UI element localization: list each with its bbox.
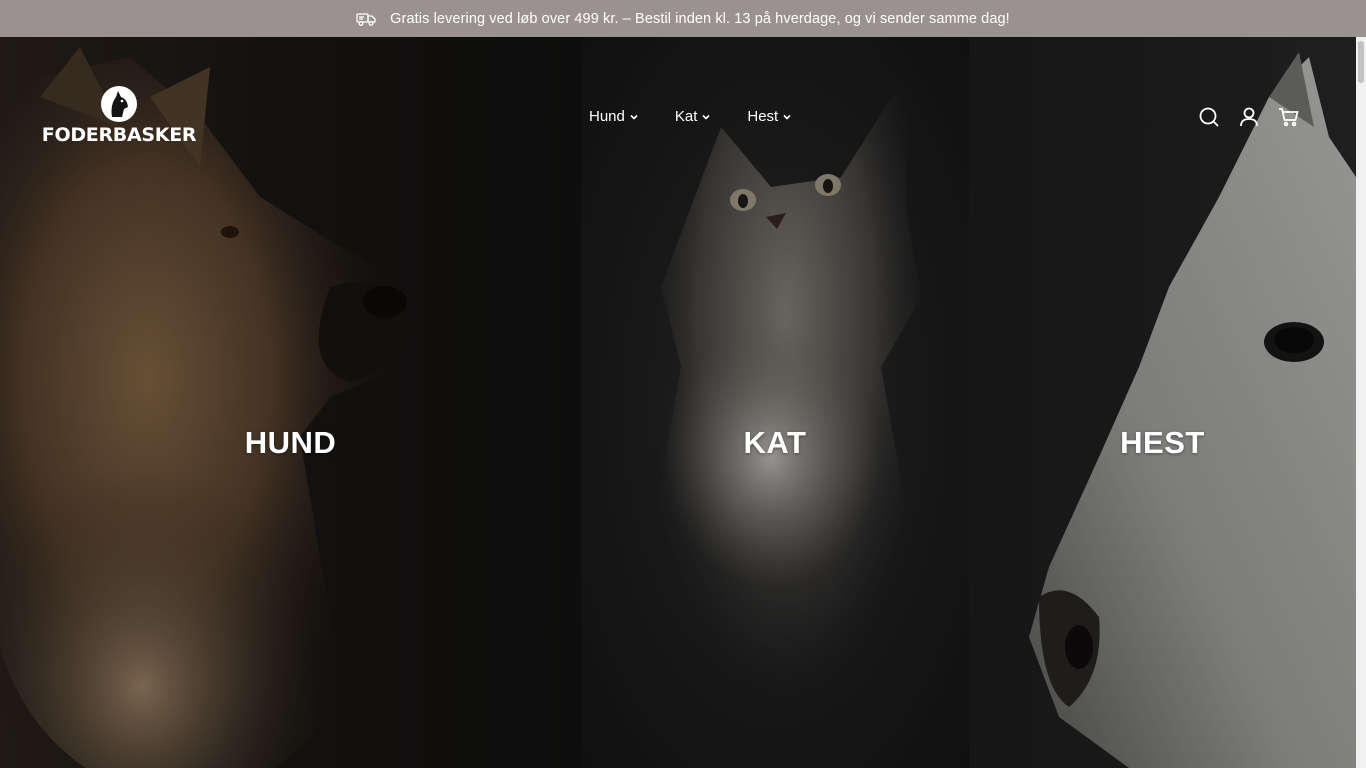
nav-item-label: Kat (674, 108, 698, 125)
announcement-text: Gratis levering ved løb over 499 kr. – B… (390, 10, 1010, 27)
header-icons (1198, 106, 1318, 128)
page-scrollbar[interactable] (1356, 37, 1366, 768)
panel-title-hund[interactable]: HUND (0, 425, 581, 461)
horse-logo-icon (101, 86, 137, 122)
announcement-bar: Gratis levering ved løb over 499 kr. – B… (0, 0, 1366, 37)
chevron-down-icon (629, 112, 639, 122)
chevron-down-icon (701, 112, 711, 122)
chevron-down-icon (782, 112, 792, 122)
panel-title-kat[interactable]: KAT (581, 425, 969, 461)
cart-icon[interactable] (1278, 106, 1300, 128)
scrollbar-thumb[interactable] (1358, 41, 1364, 83)
nav-item-hund[interactable]: Hund (589, 108, 639, 125)
nav-item-kat[interactable]: Kat (675, 108, 712, 125)
account-icon[interactable] (1238, 106, 1260, 128)
site-logo[interactable]: FODERBASKER (42, 85, 197, 147)
panel-title-hest[interactable]: HEST (969, 425, 1356, 461)
search-icon[interactable] (1198, 106, 1220, 128)
nav-item-label: Hund (589, 108, 625, 125)
site-header: FODERBASKER Hund Kat Hest (0, 37, 1356, 157)
main-nav: Hund Kat Hest (589, 108, 828, 125)
logo-text: FODERBASKER (41, 124, 197, 146)
nav-item-label: Hest (747, 108, 779, 125)
nav-item-hest[interactable]: Hest (747, 108, 792, 125)
delivery-truck-icon (356, 11, 376, 27)
